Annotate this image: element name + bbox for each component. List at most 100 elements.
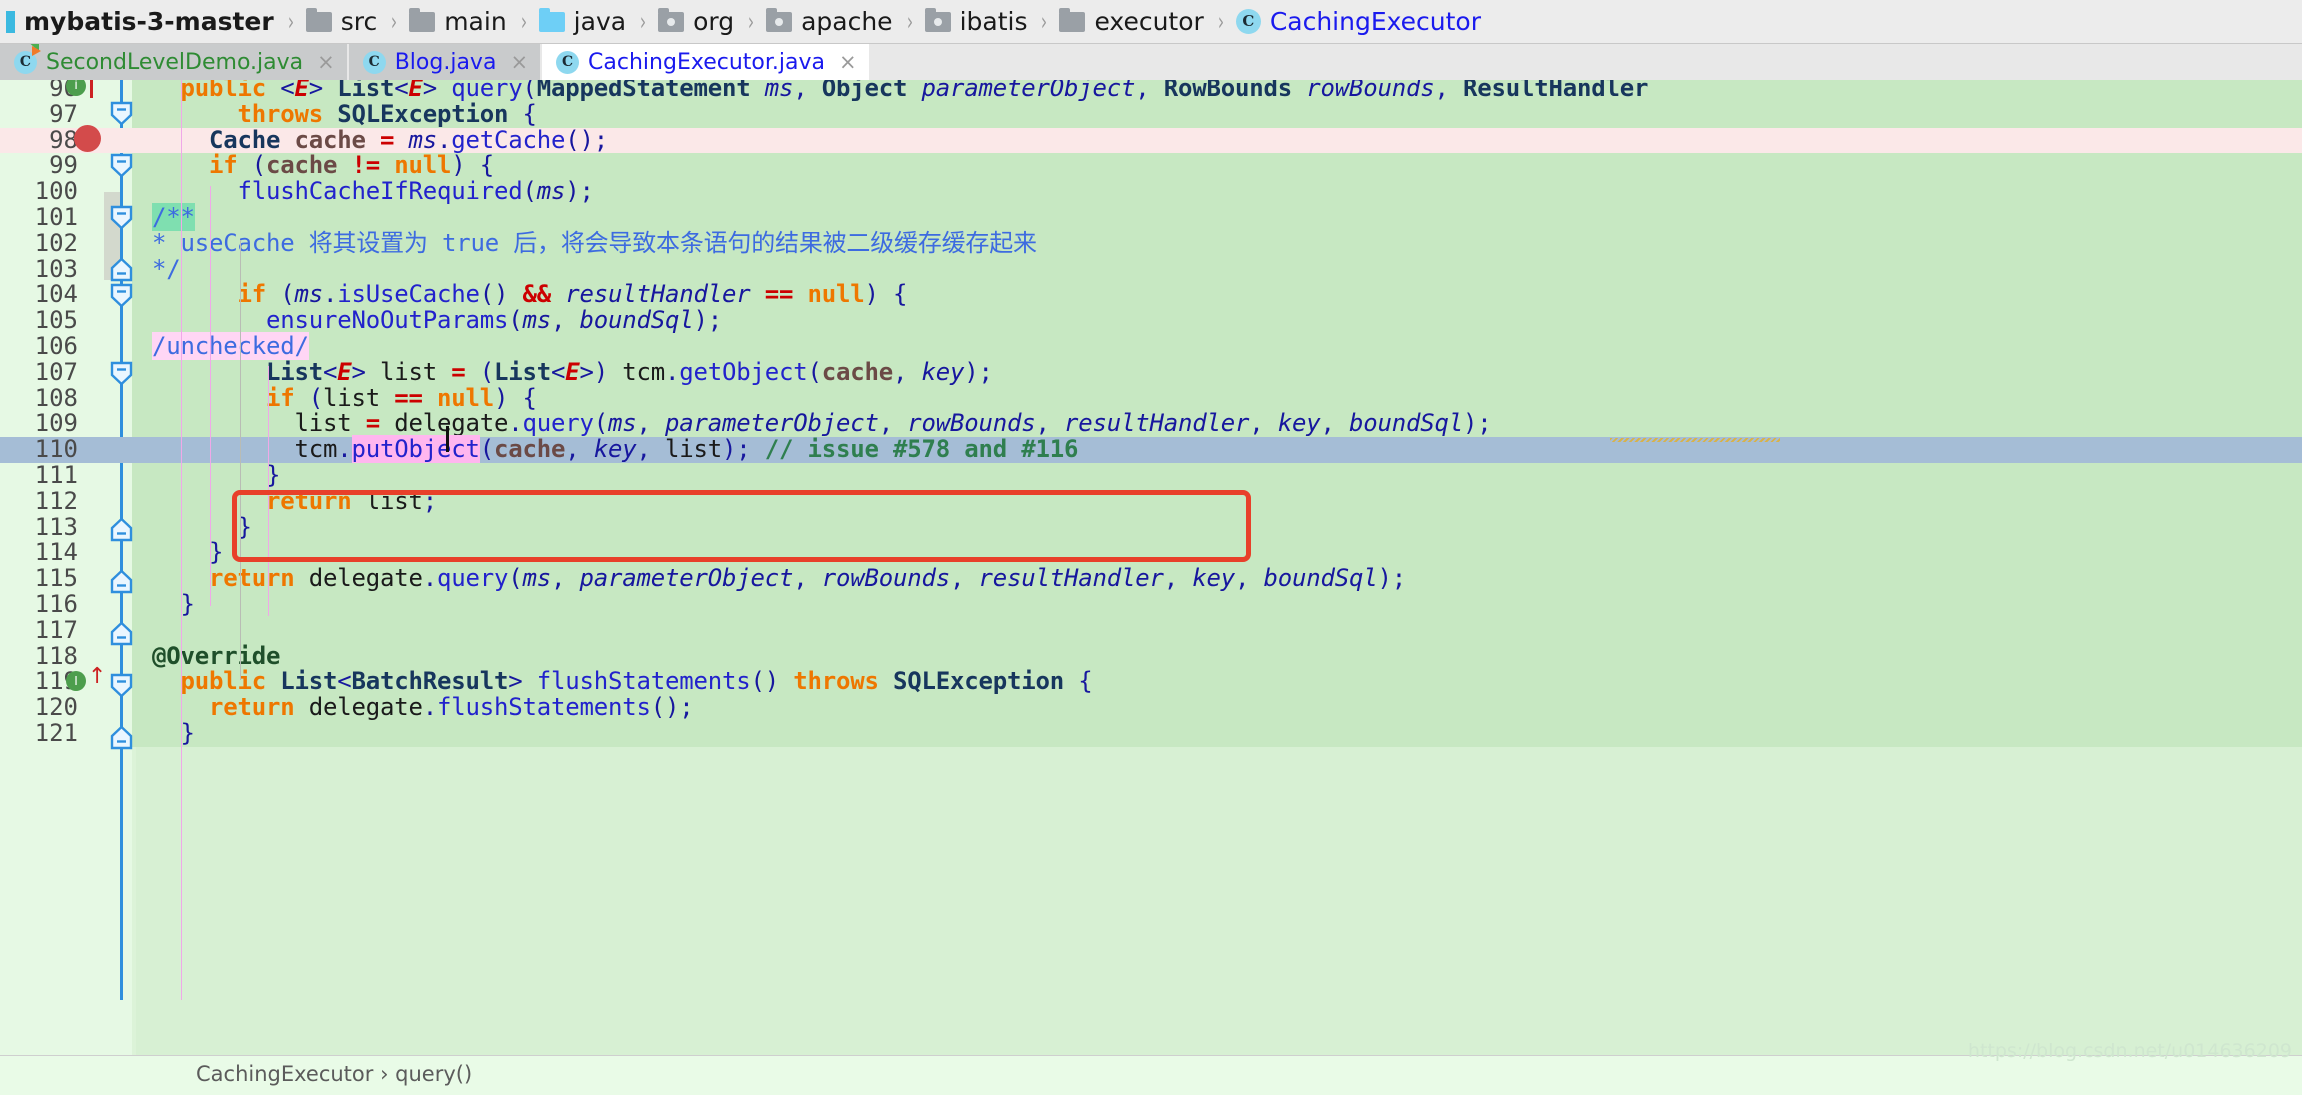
close-icon[interactable]: × (510, 50, 528, 74)
code-text[interactable]: if (ms.isUseCache() && resultHandler == … (152, 281, 908, 308)
code-line[interactable]: 102 * useCache 将其设置为 true 后，将会导致本条语句的结果被二… (0, 228, 2302, 257)
fold-expand-icon[interactable] (108, 516, 135, 543)
code-text[interactable]: /unchecked/ (152, 332, 309, 360)
code-line[interactable]: 101 /** (0, 203, 2302, 231)
watermark: https://blog.csdn.net/u014636209 (1967, 1040, 2292, 1062)
code-text[interactable]: @Override (152, 643, 280, 670)
line-number: 118 (34, 641, 78, 670)
breadcrumb-label: apache (801, 7, 893, 36)
fold-collapse-icon[interactable] (108, 100, 135, 127)
close-icon[interactable]: × (839, 50, 857, 74)
line-number: 114 (34, 538, 78, 567)
bottom-breadcrumb[interactable]: CachingExecutor › query() (196, 1062, 472, 1086)
code-line[interactable]: 106/unchecked/ (0, 332, 2302, 360)
line-number: 120 (34, 693, 78, 722)
code-text[interactable]: List<E> list = (List<E>) tcm.getObject(c… (152, 359, 993, 386)
code-text[interactable]: /** (152, 203, 195, 231)
fold-expand-icon[interactable] (108, 724, 135, 751)
code-line[interactable]: 116 } (0, 590, 2302, 618)
code-line[interactable]: 104 if (ms.isUseCache() && resultHandler… (0, 281, 2302, 309)
code-line[interactable]: 117 (0, 617, 2302, 644)
code-line[interactable]: 100 flushCacheIfRequired(ms); (0, 177, 2302, 206)
breadcrumb-item-class[interactable]: C CachingExecutor (1234, 0, 1485, 44)
code-line[interactable]: 109 list = delegate.query(ms, parameterO… (0, 410, 2302, 438)
line-number: 100 (34, 177, 78, 206)
fold-collapse-icon[interactable] (108, 282, 135, 309)
line-number: 102 (34, 228, 78, 257)
code-text[interactable]: } (152, 720, 195, 747)
code-line[interactable]: 103 */ (0, 256, 2302, 283)
code-line-background (132, 256, 2302, 283)
breakpoint-marker[interactable] (74, 125, 101, 152)
breadcrumb-item-apache[interactable]: apache (764, 0, 896, 44)
override-arrow-icon[interactable]: ↑ (88, 666, 106, 688)
breadcrumb-item-java[interactable]: java (537, 0, 630, 44)
code-text[interactable]: public List<BatchResult> flushStatements… (152, 668, 1093, 695)
close-icon[interactable]: × (317, 50, 335, 74)
code-line[interactable]: 114 } (0, 538, 2302, 567)
breadcrumb-item-ibatis[interactable]: ibatis (923, 0, 1032, 44)
breadcrumb-item-executor[interactable]: executor (1057, 0, 1207, 44)
fold-collapse-icon[interactable] (108, 360, 135, 387)
code-line[interactable]: 98 Cache cache = ms.getCache(); (0, 127, 2302, 154)
class-icon: C (556, 50, 580, 74)
code-line[interactable]: 113 } (0, 514, 2302, 541)
code-line[interactable]: 111 } (0, 462, 2302, 489)
code-line[interactable]: 108 if (list == null) { (0, 383, 2302, 412)
breadcrumb-item-main[interactable]: main (407, 0, 510, 44)
runnable-class-icon: C (14, 45, 41, 74)
code-text[interactable]: * useCache 将其设置为 true 后，将会导致本条语句的结果被二级缓存… (152, 230, 1037, 257)
code-text[interactable]: ensureNoOutParams(ms, boundSql); (152, 307, 722, 334)
code-line[interactable]: 97 throws SQLException { (0, 99, 2302, 128)
code-line[interactable]: 115 return delegate.query(ms, parameterO… (0, 565, 2302, 592)
line-number: 97 (49, 99, 78, 128)
line-number: 110 (34, 435, 78, 464)
code-text[interactable]: */ (152, 256, 181, 283)
code-text[interactable]: flushCacheIfRequired(ms); (152, 178, 594, 205)
fold-expand-icon[interactable] (108, 620, 135, 647)
tab-blog[interactable]: C Blog.java × (348, 44, 543, 80)
code-line[interactable]: 105 ensureNoOutParams(ms, boundSql); (0, 307, 2302, 334)
tab-cachingexecutor[interactable]: C CachingExecutor.java × (542, 44, 871, 80)
code-text[interactable]: } (152, 591, 195, 618)
code-line[interactable]: 118 @Override (0, 641, 2302, 670)
breadcrumb-label: java (573, 7, 627, 36)
breadcrumb-item-org[interactable]: org (656, 0, 738, 44)
code-line[interactable]: 107 List<E> list = (List<E>) tcm.getObje… (0, 357, 2302, 386)
breadcrumb-separator: › (287, 7, 294, 36)
fold-expand-icon[interactable] (108, 568, 135, 595)
implementation-gutter-icon[interactable]: I (66, 671, 86, 691)
code-line-background (132, 334, 2302, 360)
breadcrumb-item-module[interactable]: mybatis-3-master (4, 0, 278, 44)
code-text[interactable]: throws SQLException { (152, 101, 537, 128)
code-line[interactable]: 99 if (cache != null) { (0, 152, 2302, 180)
code-line[interactable]: 120 return delegate.flushStatements(); (0, 693, 2302, 722)
code-line[interactable]: 112 return list; (0, 488, 2302, 515)
fold-expand-icon[interactable] (108, 256, 135, 283)
line-number: 116 (34, 590, 78, 618)
line-number: 108 (34, 383, 78, 412)
line-number: 107 (34, 357, 78, 386)
code-text[interactable]: Cache cache = ms.getCache(); (152, 127, 608, 154)
code-text[interactable]: } (152, 462, 280, 489)
code-line[interactable]: 96 public <E> List<E> query(MappedStatem… (0, 80, 2302, 102)
fold-collapse-icon[interactable] (108, 672, 135, 699)
breadcrumb-item-src[interactable]: src (304, 0, 382, 44)
code-text[interactable]: if (cache != null) { (152, 152, 494, 179)
code-text[interactable]: } (152, 514, 252, 541)
code-line[interactable]: 110 tcm.putObject(cache, key, list); // … (0, 435, 2302, 464)
code-text[interactable]: list = delegate.query(ms, parameterObjec… (152, 410, 1492, 437)
code-line[interactable]: 119 public List<BatchResult> flushStatem… (0, 668, 2302, 696)
tab-secondleveldemo[interactable]: C SecondLevelDemo.java × (0, 44, 349, 80)
code-text[interactable]: return delegate.query(ms, parameterObjec… (152, 565, 1406, 592)
fold-collapse-icon[interactable] (108, 152, 135, 179)
fold-collapse-icon[interactable] (108, 204, 135, 231)
code-text[interactable]: } (152, 539, 223, 566)
code-text[interactable]: public <E> List<E> query(MappedStatement… (152, 80, 1649, 102)
code-text[interactable]: return delegate.flushStatements(); (152, 694, 694, 721)
source-folder-icon (538, 7, 565, 32)
code-editor[interactable]: 96 public <E> List<E> query(MappedStatem… (0, 80, 2302, 1055)
code-text[interactable]: tcm.putObject(cache, key, list); // issu… (152, 435, 1078, 464)
code-line[interactable]: 121 } (0, 720, 2302, 747)
code-text[interactable]: return list; (152, 488, 437, 515)
